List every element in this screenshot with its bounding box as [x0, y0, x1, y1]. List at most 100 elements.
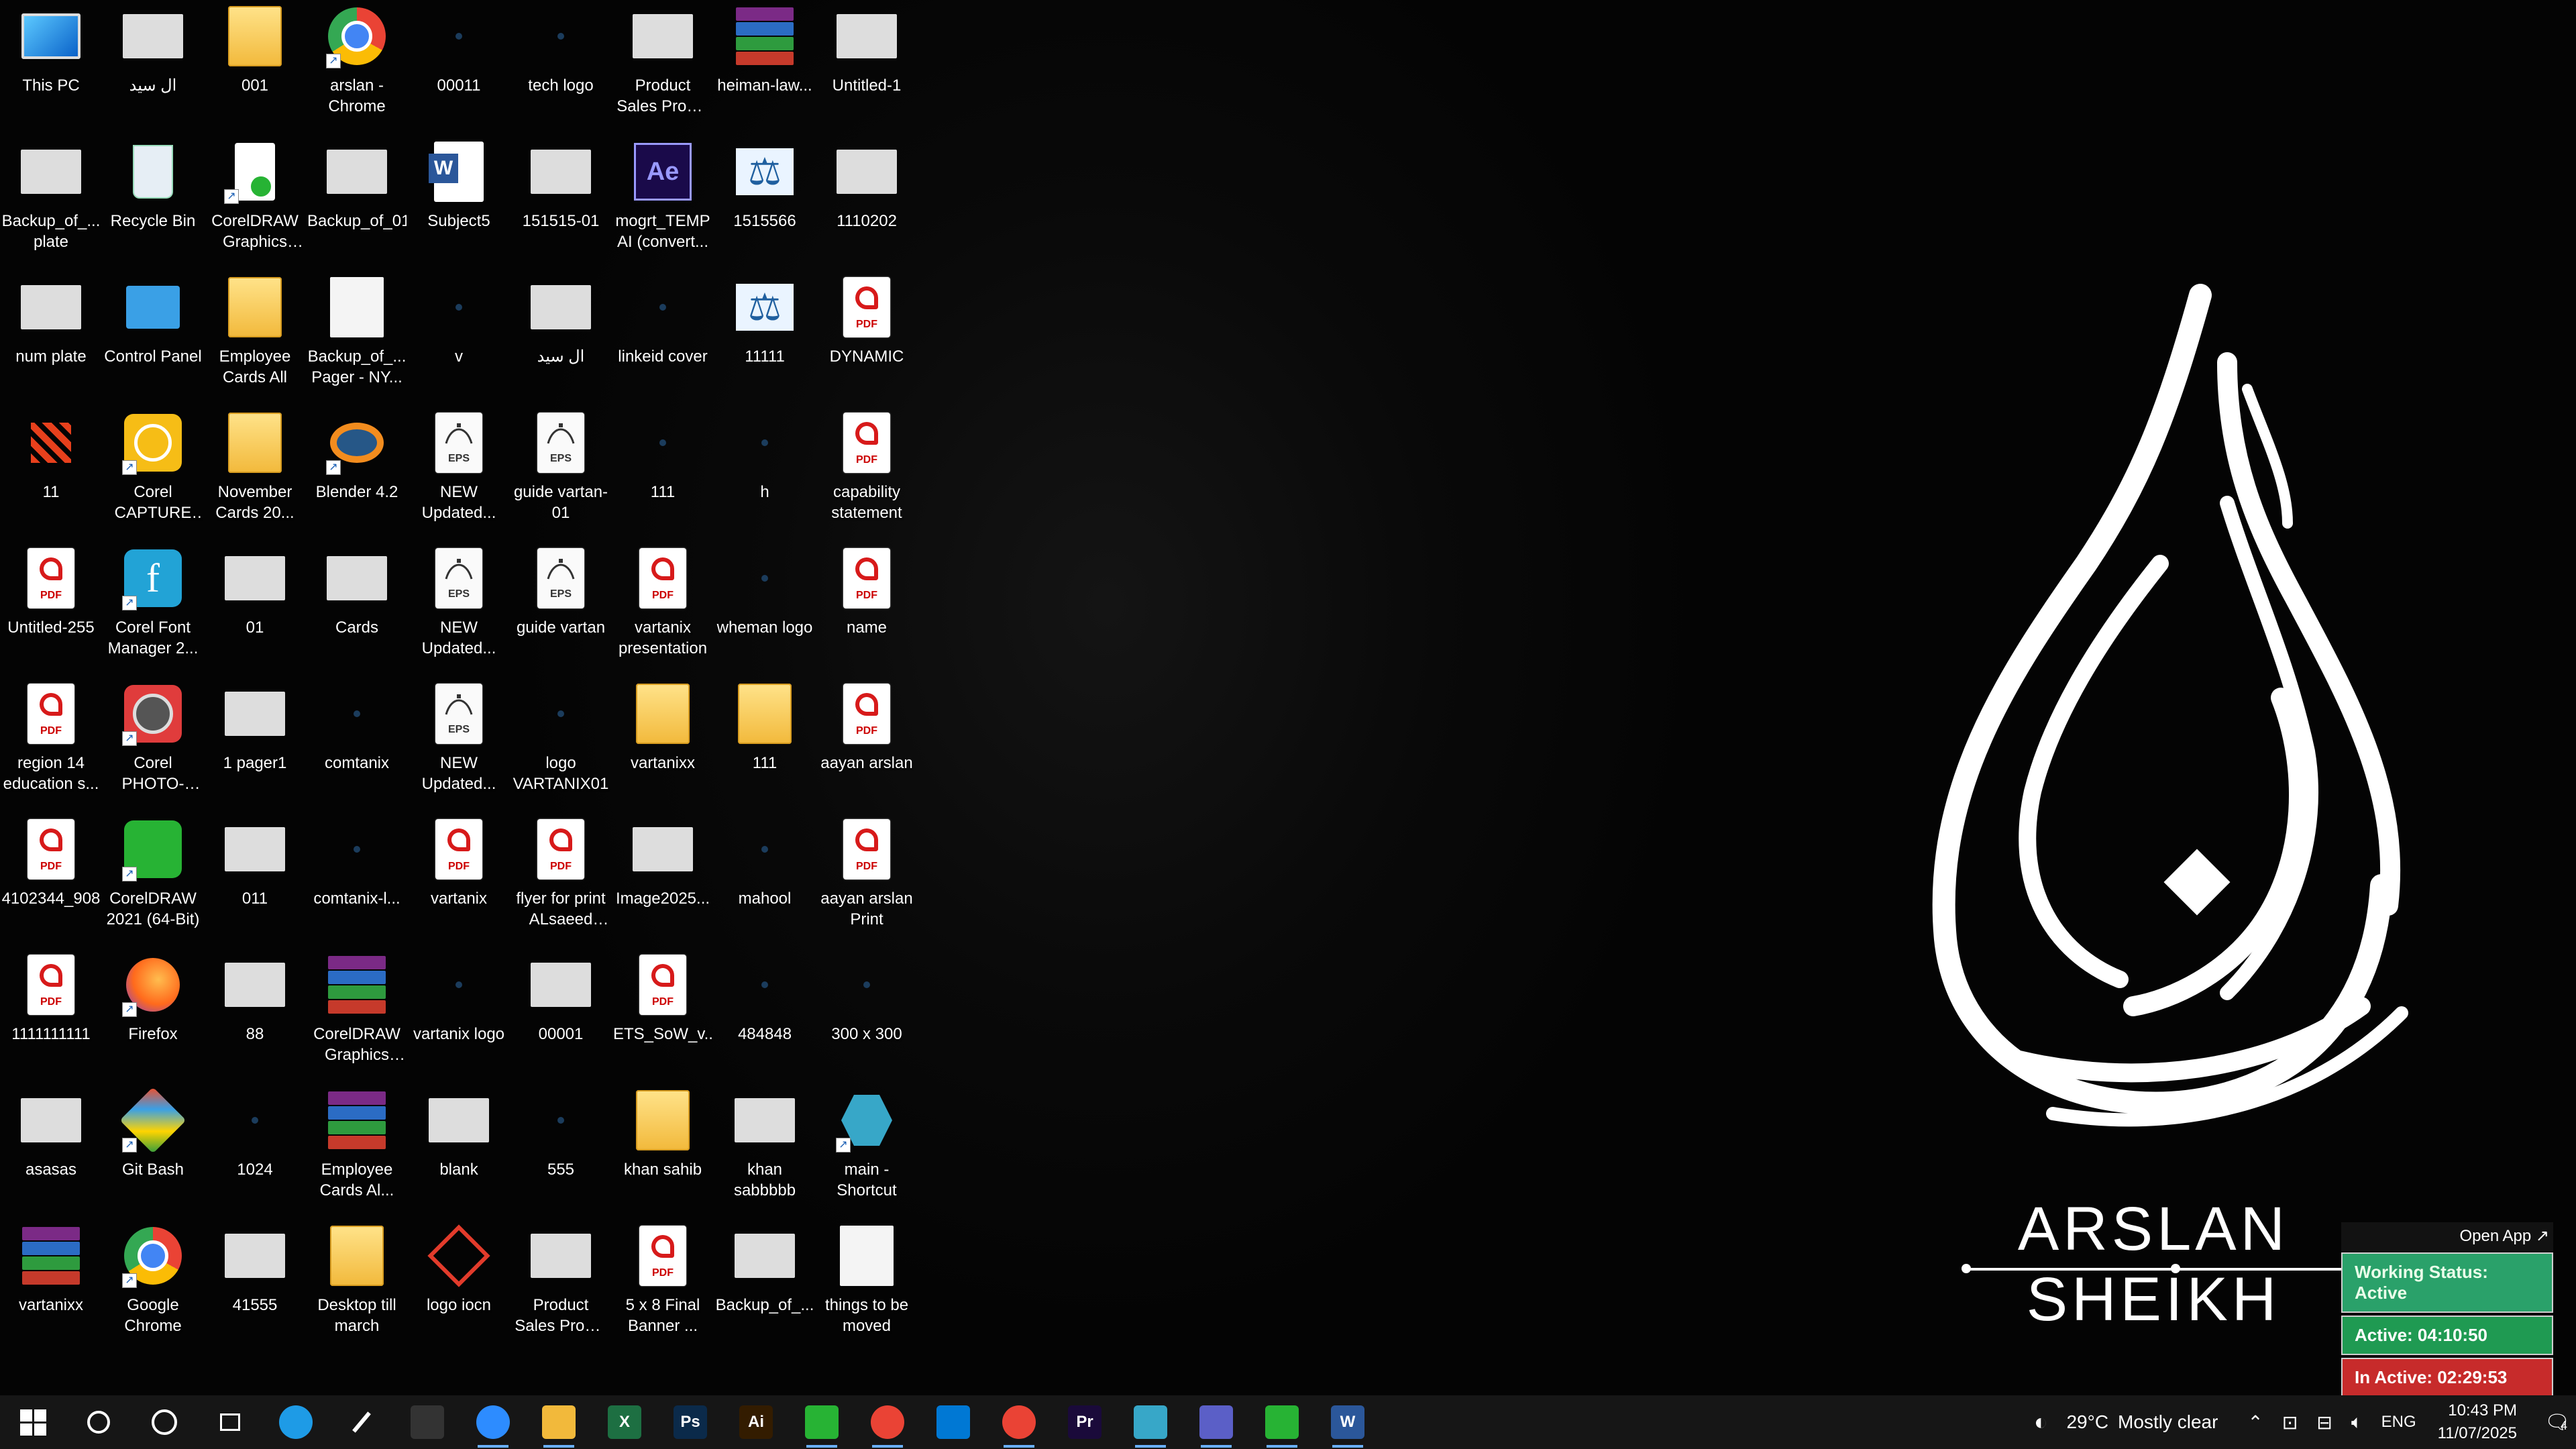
- desktop-icon-555[interactable]: 555: [510, 1084, 612, 1220]
- desktop-icon-cards[interactable]: Cards: [306, 542, 408, 678]
- desktop-icon-khan-sabbbbb[interactable]: khan sabbbbb: [714, 1084, 816, 1220]
- desktop-icon-asasas[interactable]: asasas: [0, 1084, 102, 1220]
- desktop-icon-control-panel[interactable]: Control Panel: [102, 271, 204, 407]
- desktop-icon-employee-cards-all[interactable]: Employee Cards All: [204, 271, 306, 407]
- desktop-icon-00011[interactable]: 00011: [408, 0, 510, 136]
- desktop-icon-november-cards-20[interactable]: November Cards 20...: [204, 407, 306, 542]
- desktop-icon-vartanix[interactable]: PDF vartanix: [408, 813, 510, 949]
- clock[interactable]: 10:43 PM 11/07/2025: [2438, 1399, 2517, 1445]
- desktop-icon-1515566[interactable]: ⚖ 1515566: [714, 136, 816, 271]
- desktop-icon-coreldraw-graphics-su[interactable]: CorelDRAW Graphics Su...: [306, 949, 408, 1084]
- word-taskbar[interactable]: W: [1315, 1395, 1381, 1449]
- desktop-icon-main-shortcut[interactable]: ↗ main - Shortcut: [816, 1084, 918, 1220]
- desktop-icon-4102344-908[interactable]: PDF 4102344_908: [0, 813, 102, 949]
- desktop-icon-item[interactable]: ال سید: [102, 0, 204, 136]
- desktop-icon-linkeid-cover[interactable]: linkeid cover: [612, 271, 714, 407]
- desktop-icon-blender-4-2[interactable]: ↗ Blender 4.2: [306, 407, 408, 542]
- desktop-icon-00001[interactable]: 00001: [510, 949, 612, 1084]
- edge-taskbar[interactable]: [263, 1395, 329, 1449]
- desktop-icon-dynamic[interactable]: PDF DYNAMIC: [816, 271, 918, 407]
- pen-taskbar[interactable]: [329, 1395, 394, 1449]
- desktop-icon-new-updated[interactable]: EPS NEW Updated...: [408, 678, 510, 813]
- weather-condition[interactable]: Mostly clear: [2118, 1411, 2218, 1433]
- weather-temp[interactable]: 29°C: [2066, 1411, 2108, 1433]
- illustrator-taskbar[interactable]: Ai: [723, 1395, 789, 1449]
- desktop-icon-flyer-for-print-alsaeed-po[interactable]: PDF flyer for print ALsaeed po...: [510, 813, 612, 949]
- desktop-icon-coreldraw-2021-64-bit[interactable]: ↗ CorelDRAW 2021 (64-Bit): [102, 813, 204, 949]
- desktop-icon-mahool[interactable]: mahool: [714, 813, 816, 949]
- desktop-icon-region-14-education-s[interactable]: PDF region 14 education s...: [0, 678, 102, 813]
- desktop-icon-11111[interactable]: ⚖ 11111: [714, 271, 816, 407]
- open-app-link[interactable]: Open App ↗: [2341, 1222, 2553, 1252]
- desktop-icon-this-pc[interactable]: This PC: [0, 0, 102, 136]
- desktop-icon-484848[interactable]: 484848: [714, 949, 816, 1084]
- vscode-taskbar[interactable]: [920, 1395, 986, 1449]
- desktop[interactable]: This PC Backup_of_... plate num plate 11 PDF…: [0, 0, 2576, 1397]
- desktop-icon-vartanixx[interactable]: vartanixx: [612, 678, 714, 813]
- desktop-icon-employee-cards-al[interactable]: Employee Cards Al...: [306, 1084, 408, 1220]
- desktop-icon-name[interactable]: PDF name: [816, 542, 918, 678]
- excel-taskbar[interactable]: X: [592, 1395, 657, 1449]
- desktop-icon-image2025[interactable]: Image2025...: [612, 813, 714, 949]
- chrome-taskbar[interactable]: [855, 1395, 920, 1449]
- coreldraw-taskbar[interactable]: [789, 1395, 855, 1449]
- desktop-icon-subject5[interactable]: W Subject5: [408, 136, 510, 271]
- notification-center-button[interactable]: 🗨︎ 4: [2536, 1395, 2576, 1449]
- desktop-icon-151515-01[interactable]: 151515-01: [510, 136, 612, 271]
- chrome-profile-taskbar[interactable]: [986, 1395, 1052, 1449]
- desktop-icon-ets-sow-v[interactable]: PDF ETS_SoW_v...: [612, 949, 714, 1084]
- desktop-icon-h[interactable]: h: [714, 407, 816, 542]
- task-view-button[interactable]: [197, 1395, 263, 1449]
- desktop-icon-corel-photo-pai[interactable]: ↗ Corel PHOTO-PAI...: [102, 678, 204, 813]
- desktop-icon-new-updated[interactable]: EPS NEW Updated...: [408, 542, 510, 678]
- desktop-icon-88[interactable]: 88: [204, 949, 306, 1084]
- desktop-icon-git-bash[interactable]: ↗ Git Bash: [102, 1084, 204, 1220]
- desktop-icon-backup-of-01[interactable]: Backup_of_01: [306, 136, 408, 271]
- desktop-icon-capability-statement[interactable]: PDF capability statement: [816, 407, 918, 542]
- desktop-icon-41555[interactable]: 41555: [204, 1220, 306, 1355]
- desktop-icon-001[interactable]: 001: [204, 0, 306, 136]
- desktop-icon-num-plate[interactable]: num plate: [0, 271, 102, 407]
- desktop-icon-vartanix-presentation[interactable]: PDF vartanix presentation: [612, 542, 714, 678]
- desktop-icon-untitled-1[interactable]: Untitled-1: [816, 0, 918, 136]
- desktop-icon-11[interactable]: 11: [0, 407, 102, 542]
- desktop-icon-product-sales-promo-pack[interactable]: Product Sales Promo Pack...: [510, 1220, 612, 1355]
- desktop-icon-khan-sahib[interactable]: khan sahib: [612, 1084, 714, 1220]
- desktop-icon-logo-vartanix01[interactable]: logo VARTANIX01: [510, 678, 612, 813]
- desktop-icon-blank[interactable]: blank: [408, 1084, 510, 1220]
- volume-icon[interactable]: 🔈︎: [2351, 1411, 2363, 1434]
- start-button[interactable]: [0, 1395, 66, 1449]
- desktop-icon-backup-of-plate[interactable]: Backup_of_... plate: [0, 136, 102, 271]
- desktop-icon-desktop-till-march[interactable]: Desktop till march: [306, 1220, 408, 1355]
- coreldraw2-taskbar[interactable]: [1249, 1395, 1315, 1449]
- desktop-icon-300-x-300[interactable]: 300 x 300: [816, 949, 918, 1084]
- desktop-icon-logo-iocn[interactable]: logo iocn: [408, 1220, 510, 1355]
- desktop-icon-corel-capture-2[interactable]: ↗ Corel CAPTURE 2...: [102, 407, 204, 542]
- desktop-icon-vartanix-logo[interactable]: vartanix logo: [408, 949, 510, 1084]
- desktop-icon-v[interactable]: v: [408, 271, 510, 407]
- app-taskbar[interactable]: [1118, 1395, 1183, 1449]
- desktop-icon-comtanix-l[interactable]: comtanix-l...: [306, 813, 408, 949]
- desktop-icon-firefox[interactable]: ↗ Firefox: [102, 949, 204, 1084]
- desktop-icon-coreldraw-graphics-su[interactable]: ↗ CorelDRAW Graphics Su...: [204, 136, 306, 271]
- desktop-icon-recycle-bin[interactable]: Recycle Bin: [102, 136, 204, 271]
- desktop-icon-1111111111[interactable]: PDF 1111111111: [0, 949, 102, 1084]
- desktop-icon-vartanixx[interactable]: vartanixx: [0, 1220, 102, 1355]
- desktop-icon-111[interactable]: 111: [612, 407, 714, 542]
- desktop-icon-comtanix[interactable]: comtanix: [306, 678, 408, 813]
- weather-icon[interactable]: ◐: [2034, 1409, 2048, 1436]
- terminal-taskbar[interactable]: [394, 1395, 460, 1449]
- desktop-icon-item[interactable]: ال سید: [510, 271, 612, 407]
- cortana-button[interactable]: [131, 1395, 197, 1449]
- desktop-icon-tech-logo[interactable]: tech logo: [510, 0, 612, 136]
- desktop-icon-new-updated[interactable]: EPS NEW Updated...: [408, 407, 510, 542]
- desktop-icon-aayan-arslan-print[interactable]: PDF aayan arslan Print: [816, 813, 918, 949]
- file-explorer-taskbar[interactable]: [526, 1395, 592, 1449]
- premiere-taskbar[interactable]: Pr: [1052, 1395, 1118, 1449]
- desktop-icon-01[interactable]: 01: [204, 542, 306, 678]
- desktop-icon-111[interactable]: 111: [714, 678, 816, 813]
- desktop-icon-guide-vartan-01[interactable]: EPS guide vartan-01: [510, 407, 612, 542]
- photoshop-taskbar[interactable]: Ps: [657, 1395, 723, 1449]
- desktop-icon-1110202[interactable]: 1110202: [816, 136, 918, 271]
- desktop-icon-guide-vartan[interactable]: EPS guide vartan: [510, 542, 612, 678]
